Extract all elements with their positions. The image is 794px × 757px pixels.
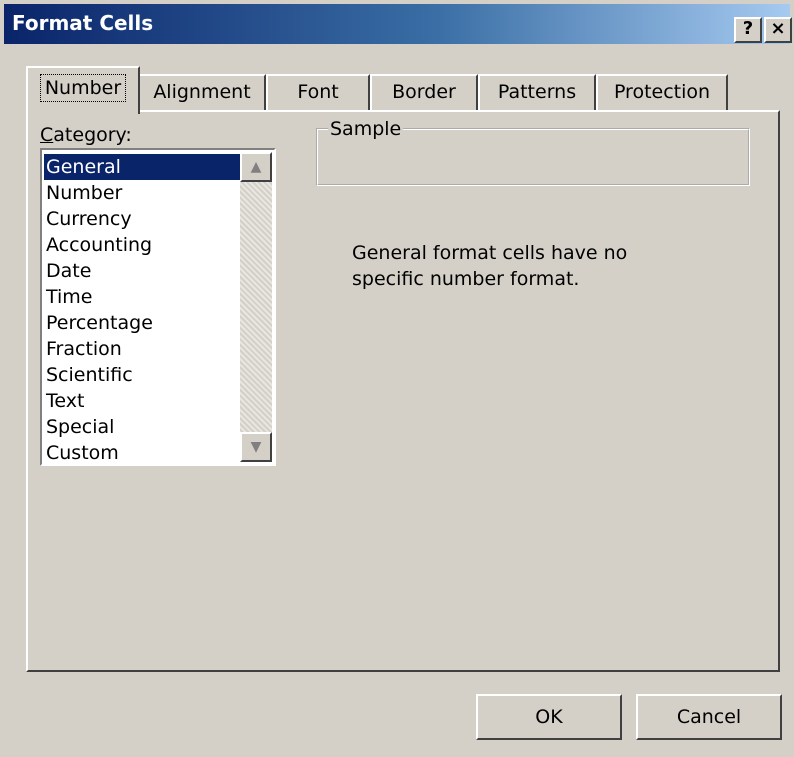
- tab-number[interactable]: Number: [26, 66, 140, 114]
- category-label-text: ategory:: [53, 124, 132, 146]
- tab-patterns[interactable]: Patterns: [478, 74, 596, 110]
- category-item-time[interactable]: Time: [44, 284, 244, 310]
- category-item-custom[interactable]: Custom: [44, 440, 244, 466]
- help-button[interactable]: ?: [734, 17, 762, 43]
- category-item-special[interactable]: Special: [44, 414, 244, 440]
- tab-border[interactable]: Border: [370, 74, 478, 110]
- tab-protection[interactable]: Protection: [596, 74, 728, 110]
- category-item-general[interactable]: General: [44, 154, 244, 180]
- category-item-percentage[interactable]: Percentage: [44, 310, 244, 336]
- scroll-up-arrow-icon[interactable]: ▲: [240, 152, 272, 182]
- title-bar[interactable]: Format Cells ? ×: [4, 4, 792, 44]
- description-line-2: specific number format.: [352, 268, 580, 290]
- category-label: Category:: [40, 124, 132, 146]
- ok-button[interactable]: OK: [476, 694, 622, 740]
- description-line-1: General format cells have no: [352, 242, 628, 264]
- category-label-accelerator: C: [40, 124, 54, 146]
- close-button[interactable]: ×: [764, 17, 792, 43]
- format-cells-dialog: Format Cells ? × Number Alignment Font B…: [0, 0, 794, 757]
- tab-alignment[interactable]: Alignment: [138, 74, 266, 110]
- category-scrollbar[interactable]: ▲ ▼: [240, 152, 272, 462]
- sample-legend: Sample: [328, 118, 404, 140]
- category-item-date[interactable]: Date: [44, 258, 244, 284]
- category-item-text[interactable]: Text: [44, 388, 244, 414]
- format-description: General format cells have no specific nu…: [352, 240, 712, 292]
- category-listbox[interactable]: General Number Currency Accounting Date …: [40, 148, 276, 466]
- category-item-fraction[interactable]: Fraction: [44, 336, 244, 362]
- cancel-button[interactable]: Cancel: [636, 694, 782, 740]
- window-title: Format Cells: [12, 11, 154, 35]
- category-item-accounting[interactable]: Accounting: [44, 232, 244, 258]
- category-item-currency[interactable]: Currency: [44, 206, 244, 232]
- category-item-scientific[interactable]: Scientific: [44, 362, 244, 388]
- category-list: General Number Currency Accounting Date …: [44, 154, 244, 466]
- category-item-number[interactable]: Number: [44, 180, 244, 206]
- tab-font[interactable]: Font: [266, 74, 370, 110]
- scroll-down-arrow-icon[interactable]: ▼: [240, 432, 272, 462]
- tab-number-label: Number: [39, 74, 127, 102]
